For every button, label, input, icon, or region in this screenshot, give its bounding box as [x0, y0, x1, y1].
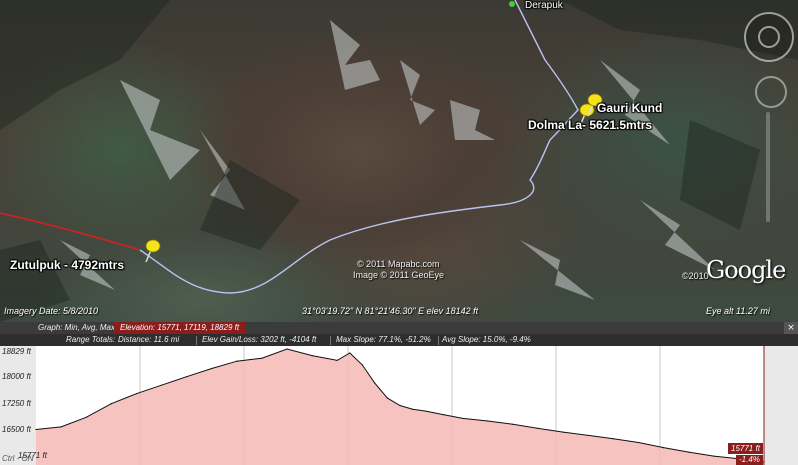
yellow-pushpin-icon[interactable] — [140, 238, 162, 264]
elevation-point — [462, 417, 464, 420]
place-label-zutulpuk[interactable]: Zutulpuk - 4792mtrs — [10, 258, 124, 272]
elevation-point — [688, 451, 690, 453]
elevation-point — [424, 410, 426, 412]
y-tick-label: 18829 ft — [2, 347, 31, 356]
close-icon[interactable]: × — [784, 322, 798, 334]
header-divider — [330, 336, 331, 345]
navigation-ring-icon[interactable] — [744, 12, 794, 62]
place-label-dolma-la[interactable]: Dolma La- 5621.5mtrs — [528, 118, 652, 132]
elevation-point — [361, 364, 363, 366]
elevation-point — [374, 382, 376, 384]
elevation-point — [612, 438, 614, 440]
copyright-line: Image © 2011 GeoEye — [353, 270, 445, 280]
place-label-derapuk[interactable]: Derapuk — [525, 0, 563, 11]
distance-value: Distance: 11.6 mi — [118, 335, 180, 344]
y-tick-label: 17250 ft — [2, 399, 31, 408]
look-joystick[interactable] — [758, 26, 780, 48]
google-logo: Google — [706, 256, 786, 284]
elevation-point — [211, 367, 213, 370]
imagery-date: Imagery Date: 5/8/2010 — [4, 306, 99, 316]
elevation-point — [512, 423, 514, 425]
elevation-point — [261, 357, 263, 359]
elevation-point — [537, 427, 539, 430]
header-divider — [196, 336, 197, 345]
elevation-point — [110, 403, 112, 405]
previous-route-line — [0, 212, 141, 251]
y-tick-label: 16500 ft — [2, 425, 31, 434]
google-earth-window: Derapuk Gauri Kund Dolma La- 5621.5mtrs … — [0, 0, 798, 465]
copyright-line: © 2011 Mapabc.com — [357, 259, 440, 269]
elevation-point — [562, 431, 564, 433]
header-divider — [438, 336, 439, 345]
elevation-point — [160, 384, 163, 386]
place-label-gauri-kund[interactable]: Gauri Kund — [597, 101, 662, 115]
elevation-point — [349, 352, 351, 354]
elevation-point — [186, 376, 188, 378]
ctrl-status: Ctrl - ON — [2, 454, 34, 463]
elevation-profile-panel[interactable]: Graph: Min, Avg, Max Elevation: 15771, 1… — [0, 322, 798, 465]
elevation-point — [637, 441, 640, 444]
graph-label: Graph: Min, Avg, Max — [38, 323, 115, 332]
cursor-elevation-badge: 15771 ft — [728, 443, 763, 454]
elevation-point — [35, 428, 37, 431]
elevation-profile-chart[interactable] — [0, 346, 798, 465]
range-totals-label: Range Totals: — [66, 335, 116, 344]
elevation-point — [487, 420, 489, 422]
elevation-point — [236, 360, 238, 362]
elevation-point — [386, 397, 389, 399]
move-joystick-icon[interactable] — [755, 76, 787, 108]
elevation-point — [60, 426, 62, 428]
elevation-point — [713, 455, 715, 457]
max-slope: Max Slope: 77.1%, -51.2% — [336, 335, 431, 344]
elevation-point — [135, 393, 138, 395]
derapuk-marker[interactable] — [509, 1, 515, 7]
average-slope: Avg Slope: 15.0%, -9.4% — [442, 335, 531, 344]
elevation-point — [399, 404, 401, 407]
elevation-point — [587, 434, 589, 437]
elevation-point — [311, 355, 313, 357]
elevation-point — [662, 447, 665, 449]
y-tick-label: 18000 ft — [2, 372, 31, 381]
logo-year: ©2010 — [682, 271, 709, 281]
elevation-point — [85, 416, 87, 418]
eye-altitude: Eye alt 11.27 mi — [706, 306, 770, 316]
elevation-point — [411, 408, 414, 410]
elevation-point — [443, 414, 445, 416]
elevation-point — [286, 348, 288, 350]
route-line — [139, 0, 579, 294]
cursor-slope-badge: -1.4% — [736, 455, 763, 465]
elevation-point — [336, 359, 338, 362]
satellite-map-view[interactable]: Derapuk Gauri Kund Dolma La- 5621.5mtrs … — [0, 0, 798, 322]
cursor-coordinates: 31°03'19.72" N 81°21'46.30" E elev 18142… — [302, 306, 479, 316]
zoom-slider[interactable] — [766, 112, 770, 222]
elevation-stats: Elevation: 15771, 17119, 18829 ft — [114, 322, 246, 334]
elevation-gain-loss: Elev Gain/Loss: 3202 ft, -4104 ft — [202, 335, 317, 344]
